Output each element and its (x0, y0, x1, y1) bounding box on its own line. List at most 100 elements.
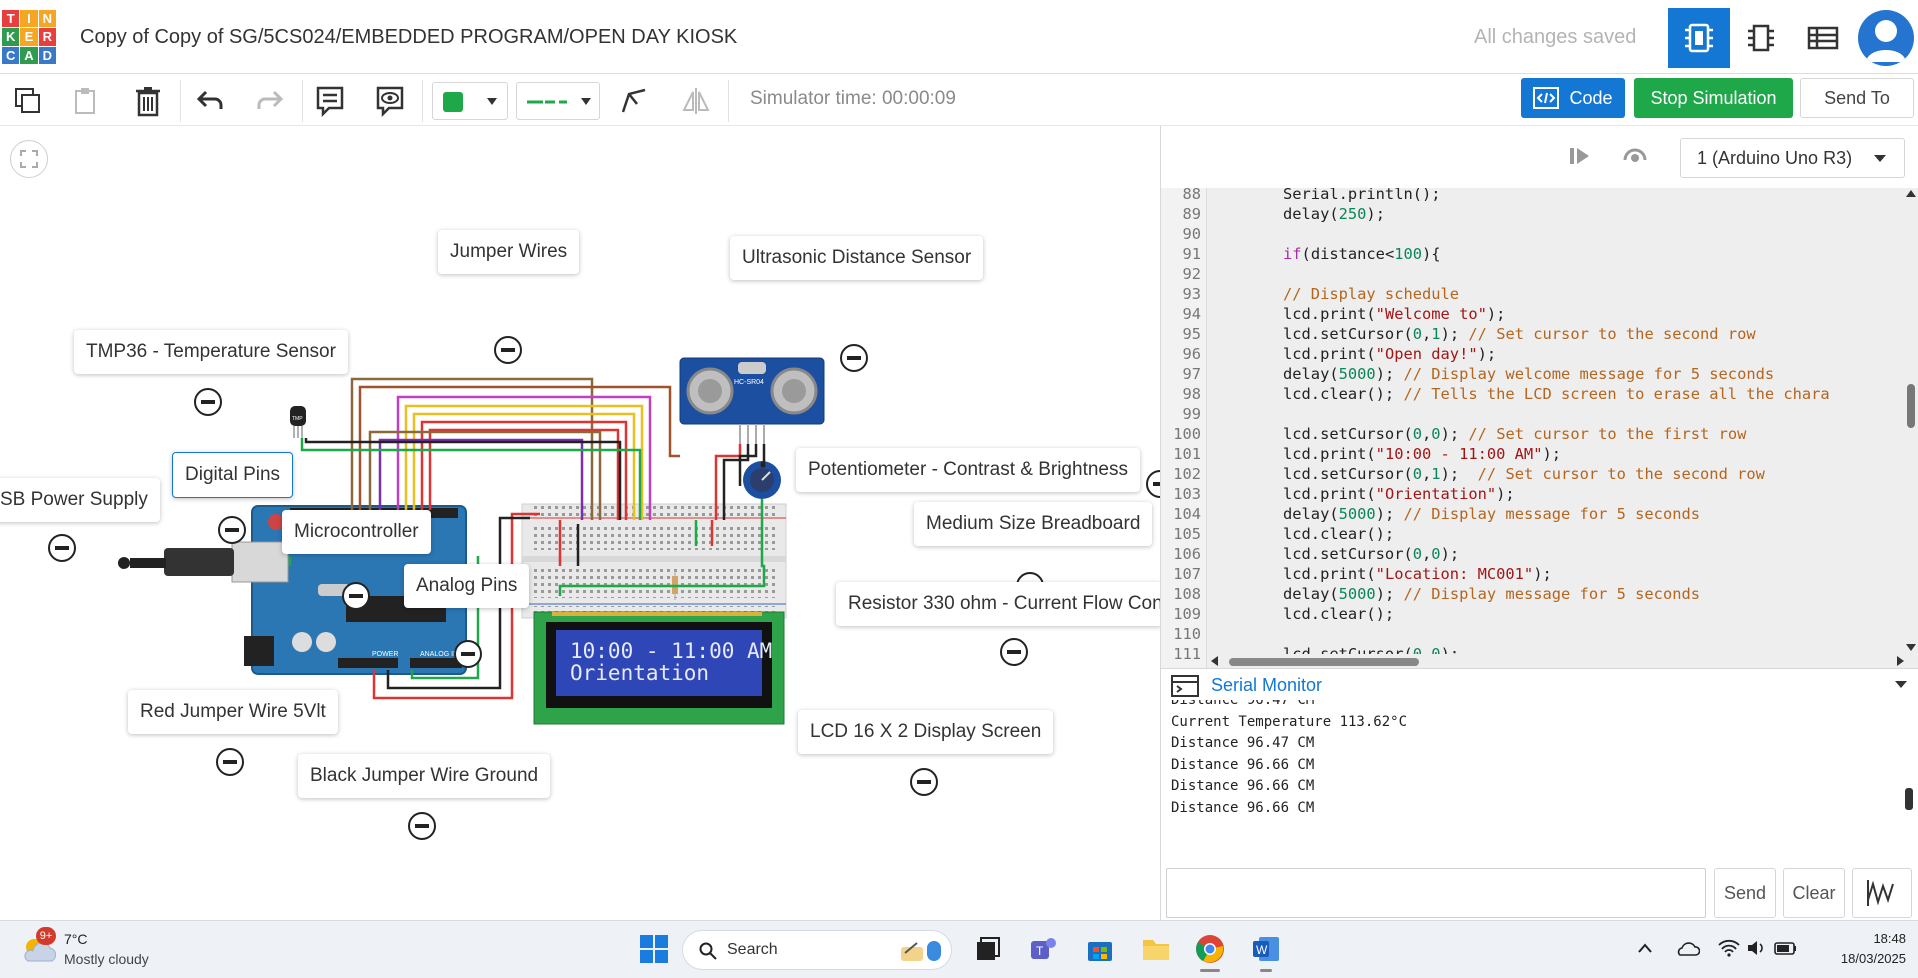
code-line[interactable]: 103 lcd.print("Orientation"); (1161, 484, 1901, 504)
clock-date[interactable]: 18/03/2025 (1816, 951, 1906, 966)
device-select[interactable]: 1 (Arduino Uno R3) (1680, 138, 1905, 178)
callout-digital-pins[interactable]: Digital Pins (172, 452, 294, 498)
battery-icon[interactable] (1774, 939, 1798, 957)
serial-monitor-header[interactable]: Serial Monitor (1161, 668, 1918, 700)
code-line[interactable]: 99 (1161, 404, 1901, 424)
ultrasonic-sensor[interactable]: HC-SR04 (679, 357, 825, 444)
collapse-icon[interactable] (910, 768, 938, 796)
scroll-thumb[interactable] (1907, 384, 1915, 428)
code-line[interactable]: 100 lcd.setCursor(0,0); // Set cursor to … (1161, 424, 1901, 444)
chevron-up-icon[interactable] (1638, 943, 1652, 953)
teams-app[interactable]: T (1024, 929, 1064, 969)
collapse-icon[interactable] (1000, 638, 1028, 666)
code-line[interactable]: 104 delay(5000); // Display message for 5… (1161, 504, 1901, 524)
callout-microcontroller[interactable]: Microcontroller (282, 510, 431, 554)
mirror-button[interactable] (676, 82, 716, 120)
file-explorer-app[interactable] (1136, 929, 1176, 969)
callout-red-wire[interactable]: Red Jumper Wire 5Vlt (128, 690, 338, 734)
debugger-button[interactable] (1621, 142, 1649, 173)
chrome-app[interactable] (1190, 929, 1230, 972)
serial-output[interactable]: Distance 96.47 CM Current Temperature 113… (1161, 700, 1918, 812)
volume-icon[interactable] (1746, 939, 1766, 957)
code-line[interactable]: 109 lcd.clear(); (1161, 604, 1901, 624)
step-button[interactable] (1567, 144, 1593, 173)
serial-send-button[interactable]: Send (1714, 868, 1776, 918)
scroll-thumb[interactable] (1229, 658, 1419, 666)
code-line[interactable]: 92 (1161, 264, 1901, 284)
weather-widget[interactable]: 9+ 7°C Mostly cloudy (20, 927, 149, 970)
callout-breadboard[interactable]: Medium Size Breadboard (914, 502, 1153, 546)
code-horizontal-scrollbar[interactable] (1207, 654, 1918, 668)
document-title[interactable]: Copy of Copy of SG/5CS024/EMBEDDED PROGR… (80, 26, 737, 49)
visibility-button[interactable] (370, 82, 410, 120)
collapse-icon[interactable] (454, 640, 482, 668)
serial-input-field[interactable] (1166, 868, 1706, 918)
serial-clear-button[interactable]: Clear (1783, 868, 1845, 918)
code-line[interactable]: 94 lcd.print("Welcome to"); (1161, 304, 1901, 324)
onedrive-icon[interactable] (1676, 939, 1700, 957)
wire-draw-button[interactable] (614, 82, 654, 120)
code-line[interactable]: 102 lcd.setCursor(0,1); // Set cursor to … (1161, 464, 1901, 484)
graph-toggle-button[interactable] (1852, 868, 1912, 918)
scroll-thumb[interactable] (1905, 788, 1913, 810)
collapse-icon[interactable] (342, 582, 370, 610)
redo-button[interactable] (250, 82, 290, 120)
breadboard[interactable] (521, 503, 787, 619)
callout-analog-pins[interactable]: Analog Pins (404, 564, 530, 608)
code-line[interactable]: 105 lcd.clear(); (1161, 524, 1901, 544)
code-line[interactable]: 88 Serial.println(); (1161, 188, 1901, 204)
callout-potentiometer[interactable]: Potentiometer - Contrast & Brightness (796, 448, 1140, 492)
code-line[interactable]: 110 (1161, 624, 1901, 644)
code-line[interactable]: 95 lcd.setCursor(0,1); // Set cursor to t… (1161, 324, 1901, 344)
code-editor[interactable]: 88 Serial.println(); 89 delay(250); 90 91 if(d… (1161, 188, 1918, 668)
collapse-icon[interactable] (48, 534, 76, 562)
chevron-down-icon[interactable] (1895, 681, 1907, 689)
wire-type-picker[interactable] (516, 82, 600, 120)
taskbar-search[interactable]: Search (682, 930, 952, 970)
callout-tmp36[interactable]: TMP36 - Temperature Sensor (74, 330, 348, 374)
component-list-button[interactable] (1792, 8, 1854, 68)
collapse-icon[interactable] (216, 748, 244, 776)
start-button[interactable] (634, 929, 674, 969)
copy-button[interactable] (8, 82, 48, 120)
paste-button[interactable] (66, 82, 106, 120)
callout-ultrasonic[interactable]: Ultrasonic Distance Sensor (730, 236, 984, 280)
schematic-view-button[interactable] (1730, 8, 1792, 68)
collapse-icon[interactable] (218, 516, 246, 544)
code-line[interactable]: 108 delay(5000); // Display message for 5… (1161, 584, 1901, 604)
code-line[interactable]: 93 // Display schedule (1161, 284, 1901, 304)
code-line[interactable]: 89 delay(250); (1161, 204, 1901, 224)
code-line[interactable]: 101 lcd.print("10:00 - 11:00 AM"); (1161, 444, 1901, 464)
delete-button[interactable] (128, 82, 168, 120)
collapse-icon[interactable] (194, 388, 222, 416)
circuit-canvas[interactable]: POWER ANALOG IN 10:00 - 11:00 AM Orienta… (0, 126, 1174, 920)
code-vertical-scrollbar[interactable] (1903, 188, 1918, 654)
callout-resistor[interactable]: Resistor 330 ohm - Current Flow Con (836, 582, 1162, 626)
callout-black-wire[interactable]: Black Jumper Wire Ground (298, 754, 551, 798)
code-line[interactable]: 106 lcd.setCursor(0,0); (1161, 544, 1901, 564)
fill-color-picker[interactable] (432, 82, 508, 120)
code-line[interactable]: 97 delay(5000); // Display welcome messag… (1161, 364, 1901, 384)
notes-button[interactable] (310, 82, 350, 120)
code-line[interactable]: 96 lcd.print("Open day!"); (1161, 344, 1901, 364)
collapse-icon[interactable] (408, 812, 436, 840)
collapse-icon[interactable] (840, 344, 868, 372)
callout-usb-power[interactable]: SB Power Supply (0, 478, 160, 522)
callout-jumper-wires[interactable]: Jumper Wires (438, 230, 580, 274)
tmp36-sensor[interactable]: TMP (290, 406, 306, 438)
tinkercad-logo[interactable]: TINKERCAD (2, 10, 56, 64)
stop-simulation-button[interactable]: Stop Simulation (1634, 78, 1793, 118)
code-line[interactable]: 98 lcd.clear(); // Tells the LCD screen t… (1161, 384, 1901, 404)
circuit-view-button[interactable] (1668, 8, 1730, 68)
callout-lcd[interactable]: LCD 16 X 2 Display Screen (798, 710, 1054, 754)
code-line[interactable]: 91 if(distance<100){ (1161, 244, 1901, 264)
wifi-icon[interactable] (1718, 939, 1740, 957)
code-button[interactable]: Code (1521, 78, 1625, 118)
undo-button[interactable] (190, 82, 230, 120)
code-line[interactable]: 90 (1161, 224, 1901, 244)
lcd-display[interactable]: 10:00 - 11:00 AM Orientation (533, 611, 785, 725)
code-line[interactable]: 107 lcd.print("Location: MC001"); (1161, 564, 1901, 584)
send-to-button[interactable]: Send To (1800, 78, 1914, 118)
usb-power-plug[interactable] (118, 541, 289, 583)
clock-time[interactable]: 18:48 (1846, 931, 1906, 946)
